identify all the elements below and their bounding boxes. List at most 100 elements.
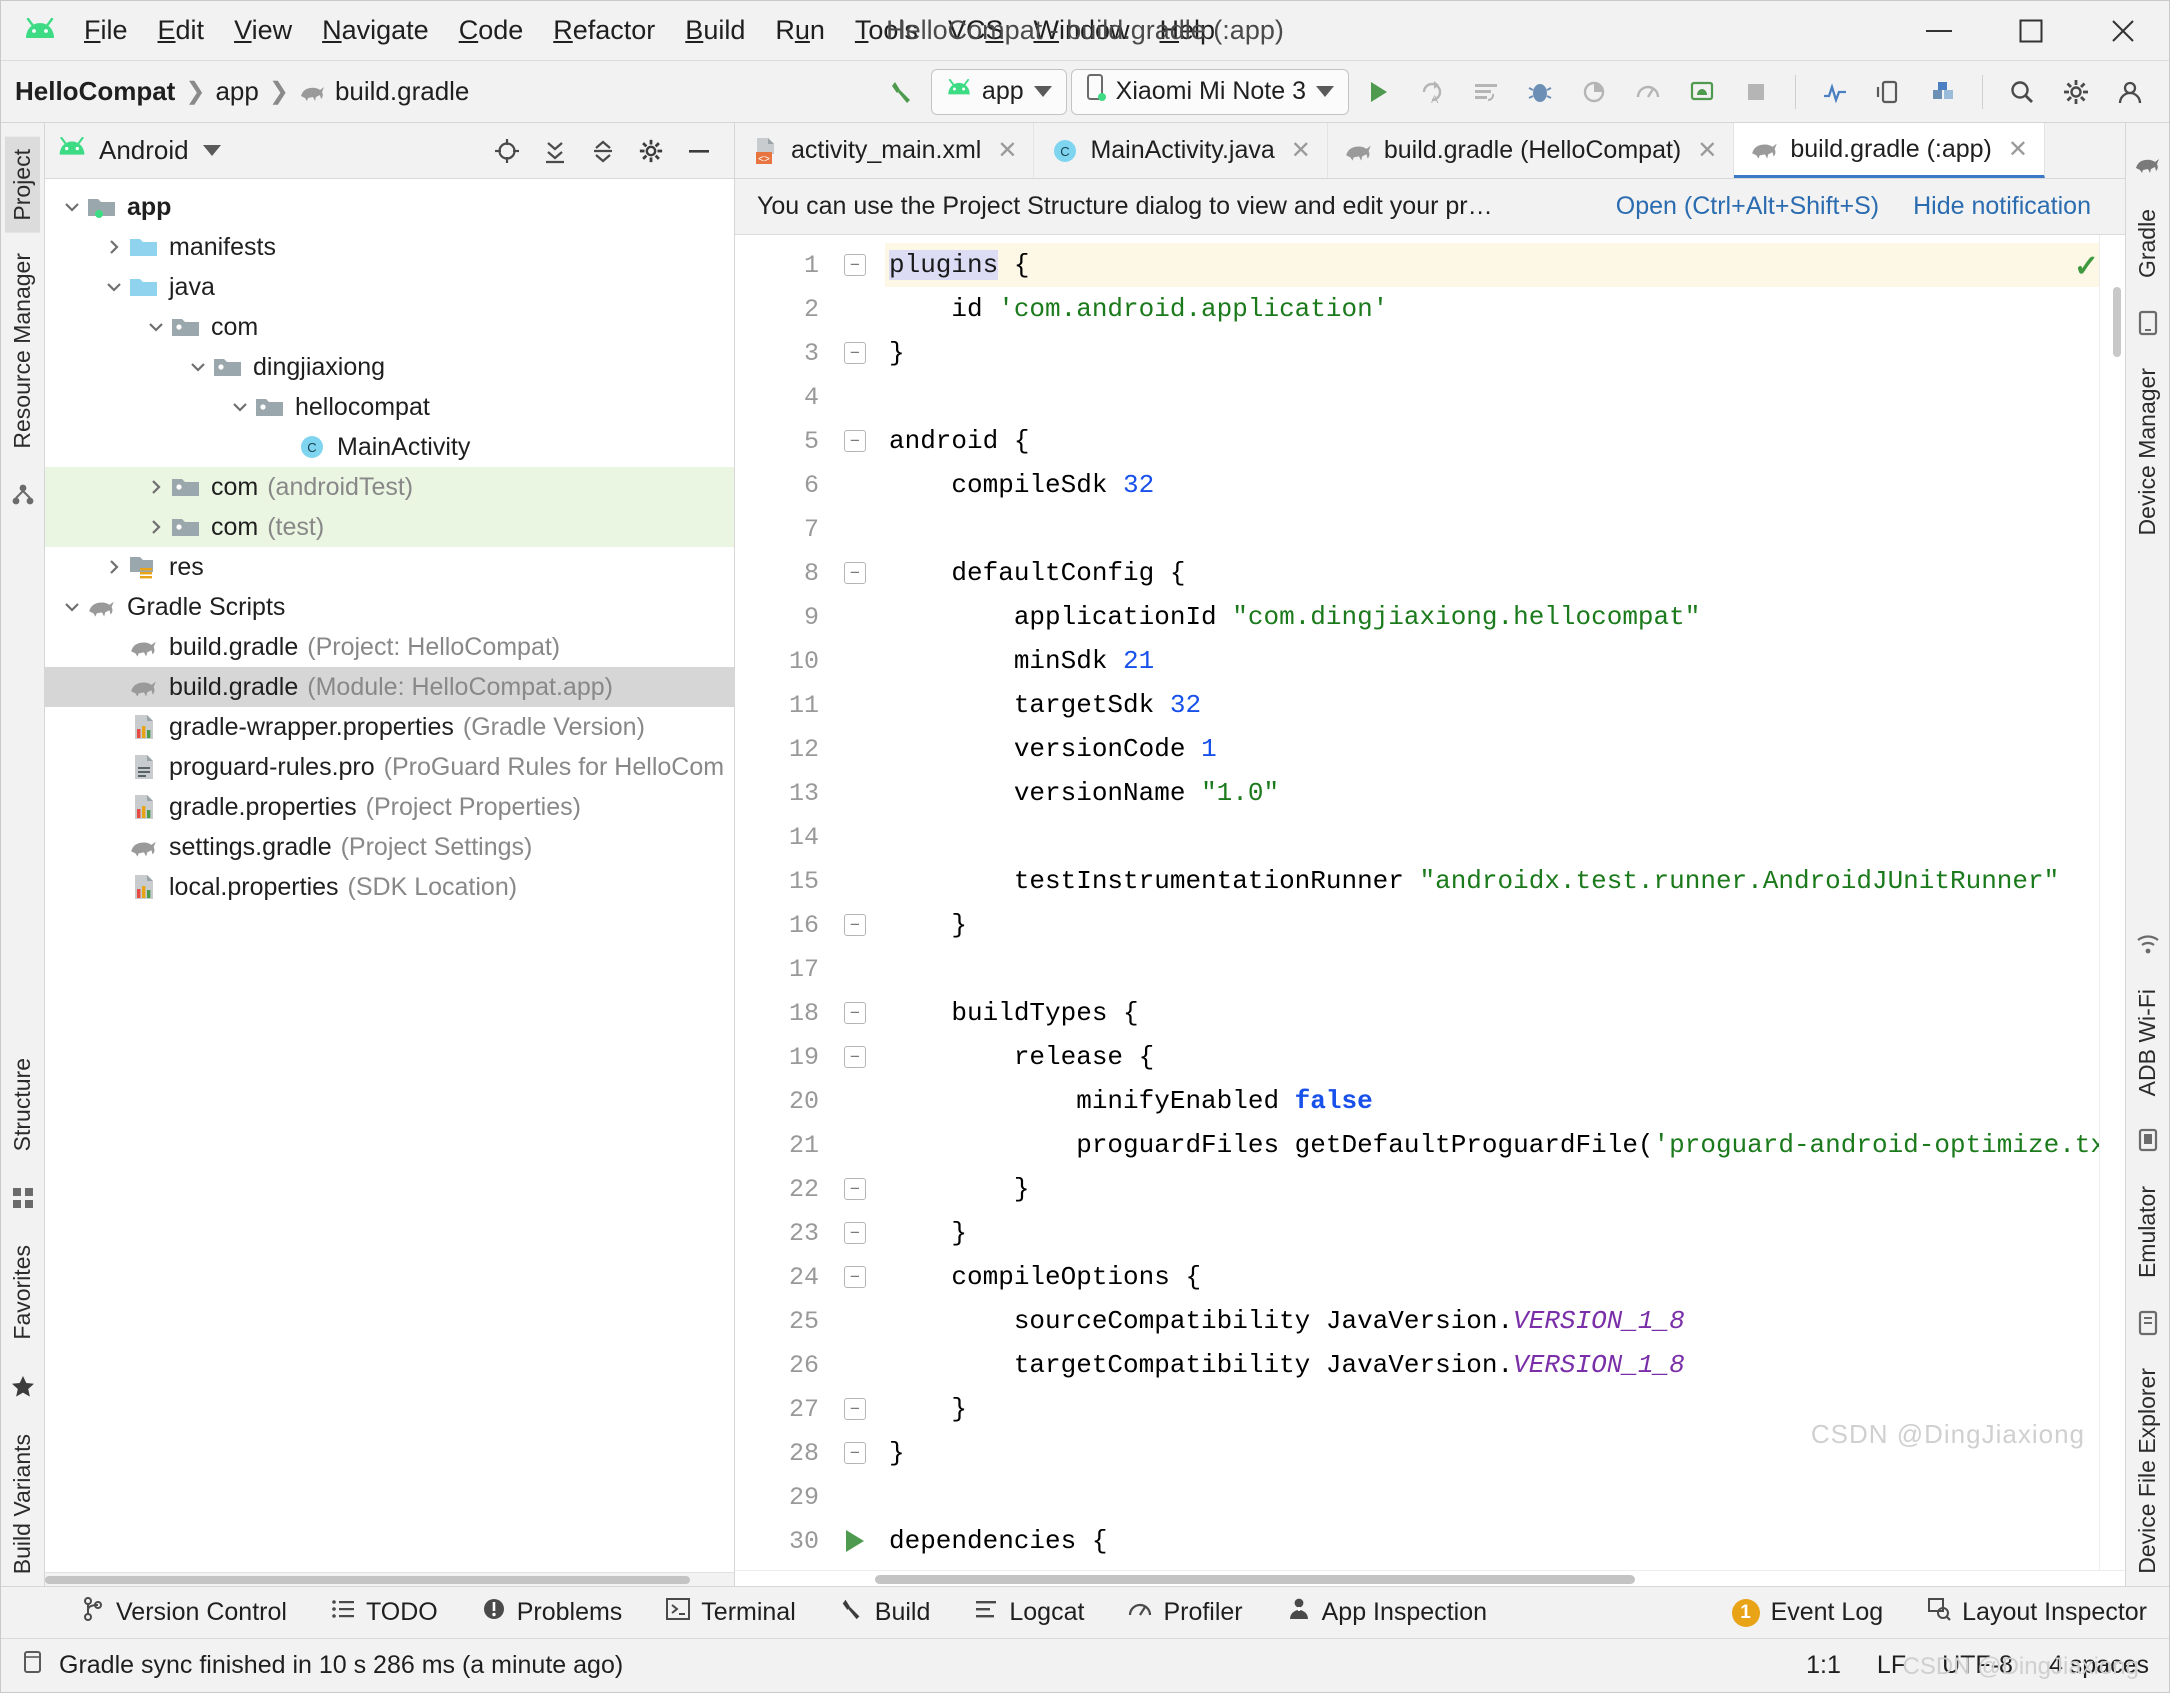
gutter-row[interactable]: 16− [735,903,885,947]
tool-window-event-log[interactable]: 1 Event Log [1710,1598,1906,1627]
fold-collapse-icon[interactable]: − [827,430,883,452]
menu-bar[interactable]: File Edit View Navigate Code Refactor Bu… [69,11,1230,50]
gutter-row[interactable]: 19− [735,1035,885,1079]
tree-node-manifests[interactable]: manifests [45,227,734,267]
code-line[interactable]: } [885,1387,2125,1431]
gutter-row[interactable]: 21 [735,1123,885,1167]
gutter-row[interactable]: 23− [735,1211,885,1255]
device-mirror-icon[interactable] [1864,68,1914,116]
hide-icon[interactable] [676,129,722,173]
code-line[interactable]: proguardFiles getDefaultProguardFile('pr… [885,1123,2125,1167]
chevron-right-icon[interactable] [101,557,127,577]
maximize-button[interactable] [1985,2,2077,60]
tool-window-problems[interactable]: Problems [460,1597,645,1628]
breadcrumb-item-module[interactable]: app [215,76,258,107]
code-content[interactable]: plugins { id 'com.android.application'} … [885,235,2125,1570]
code-line[interactable]: id 'com.android.application' [885,287,2125,331]
inspection-status-icon[interactable]: ✓ [2074,249,2099,284]
close-icon[interactable]: ✕ [2008,135,2028,164]
gutter-row[interactable]: 9 [735,595,885,639]
tree-node-build-gradle[interactable]: build.gradle (Module: HelloCompat.app) [45,667,734,707]
code-line[interactable] [885,375,2125,419]
gutter-row[interactable]: 20 [735,1079,885,1123]
code-editor[interactable]: 1−2 3−4 5−6 7 8−9 10 11 12 13 14 15 16−17 18−19−20 21… [735,235,2125,1570]
run-configuration-selector[interactable]: app [930,68,1067,115]
menu-code[interactable]: Code [444,11,539,50]
gutter-row[interactable]: 28− [735,1431,885,1475]
gear-icon[interactable] [2051,68,2101,116]
menu-help[interactable]: Help [1145,11,1231,50]
tool-window-version-control[interactable]: Version Control [59,1596,309,1629]
code-line[interactable]: applicationId "com.dingjiaxiong.hellocom… [885,595,2125,639]
gutter-row[interactable]: 29 [735,1475,885,1519]
fold-end-icon[interactable]: − [827,1178,883,1200]
chevron-down-icon[interactable] [59,197,85,217]
code-line[interactable]: plugins { [885,243,2125,287]
gutter-row[interactable]: 1− [735,243,885,287]
gutter-row[interactable]: 24− [735,1255,885,1299]
menu-view[interactable]: View [219,11,307,50]
gutter-row[interactable]: 6 [735,463,885,507]
minimize-button[interactable] [1893,2,1985,60]
tree-node-com[interactable]: com (test) [45,507,734,547]
code-line[interactable]: } [885,1431,2125,1475]
code-line[interactable] [885,1475,2125,1519]
logcat-icon[interactable] [1810,68,1860,116]
avd-manager-icon[interactable] [1677,68,1727,116]
menu-edit[interactable]: Edit [143,11,220,50]
chevron-right-icon[interactable] [101,237,127,257]
chevron-down-icon[interactable] [101,277,127,297]
gutter-row[interactable]: 11 [735,683,885,727]
editor-tab-activity-main-xml[interactable]: <> activity_main.xml ✕ [735,123,1035,178]
sidebar-item-device-file-explorer[interactable]: Device File Explorer [2130,1356,2165,1586]
editor-tab-mainactivity-java[interactable]: C MainActivity.java ✕ [1034,123,1328,178]
gutter-row[interactable]: 7 [735,507,885,551]
star-icon[interactable] [6,1370,40,1404]
tool-window-terminal[interactable]: Terminal [644,1597,817,1628]
gutter-row[interactable]: 13 [735,771,885,815]
editor-tab-bar[interactable]: <> activity_main.xml ✕ C MainActivity.java ✕ b… [735,123,2125,179]
sidebar-item-gradle[interactable]: Gradle [2130,197,2165,290]
tree-node-gradle-properties[interactable]: gradle.properties (Project Properties) [45,787,734,827]
build-hammer-icon[interactable] [877,68,927,116]
sidebar-item-device-manager[interactable]: Device Manager [2130,356,2165,547]
collapse-all-icon[interactable] [580,129,626,173]
code-line[interactable]: minSdk 21 [885,639,2125,683]
project-tree[interactable]: app manifests java com dingjiaxiong hellocomp… [45,179,734,1572]
search-icon[interactable] [1997,68,2047,116]
tool-window-logcat[interactable]: Logcat [952,1597,1106,1628]
locate-icon[interactable] [484,129,530,173]
menu-vcs[interactable]: VCS [933,11,1019,50]
chevron-down-icon[interactable] [202,145,221,156]
menu-file[interactable]: File [69,11,143,50]
tree-node-res[interactable]: res [45,547,734,587]
breadcrumb-item-file[interactable]: build.gradle [335,76,469,107]
tree-node-dingjiaxiong[interactable]: dingjiaxiong [45,347,734,387]
gutter-row[interactable]: 5− [735,419,885,463]
intention-bulb-icon[interactable] [827,294,883,324]
fold-end-icon[interactable]: − [827,1442,883,1464]
menu-tools[interactable]: Tools [840,11,933,50]
tree-node-hellocompat[interactable]: hellocompat [45,387,734,427]
editor-tab-build-gradle-hellocompat-[interactable]: build.gradle (HelloCompat) ✕ [1328,123,1735,178]
sidebar-item-favorites[interactable]: Favorites [5,1233,40,1352]
tree-node-build-gradle[interactable]: build.gradle (Project: HelloCompat) [45,627,734,667]
tool-window-todo[interactable]: TODO [309,1597,460,1628]
device-manager-icon[interactable] [2131,306,2165,340]
gutter-row[interactable]: 10 [735,639,885,683]
gutter-row[interactable]: 2 [735,287,885,331]
sidebar-item-build-variants[interactable]: Build Variants [5,1422,40,1586]
apply-code-changes-icon[interactable] [1461,68,1511,116]
layout-captures-icon[interactable] [6,478,40,512]
tool-window-layout-inspector[interactable]: Layout Inspector [1905,1597,2169,1628]
fold-collapse-icon[interactable]: − [827,562,883,584]
gutter-row[interactable]: 25 [735,1299,885,1343]
sidebar-item-emulator[interactable]: Emulator [2130,1174,2165,1290]
gutter-row[interactable]: 12 [735,727,885,771]
gutter-row[interactable]: 30 [735,1519,885,1563]
code-line[interactable] [885,815,2125,859]
tree-node-com[interactable]: com [45,307,734,347]
code-line[interactable]: } [885,1211,2125,1255]
chevron-right-icon[interactable] [143,477,169,497]
gutter-row[interactable]: 3− [735,331,885,375]
